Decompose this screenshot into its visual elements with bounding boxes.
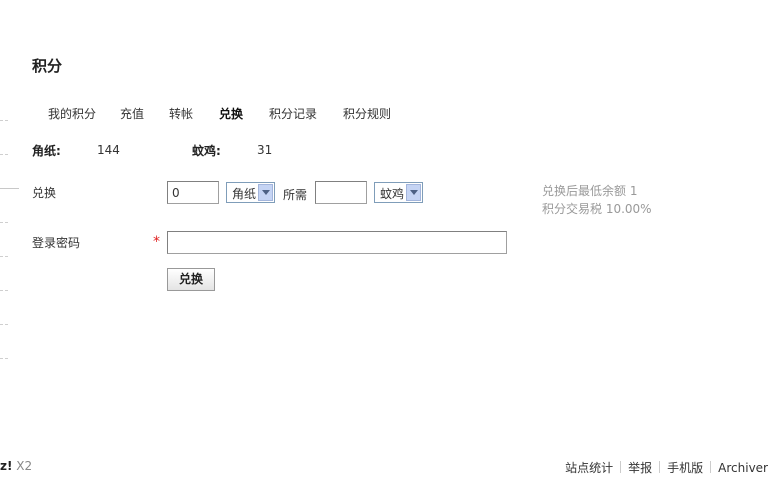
footer-version: X2	[16, 459, 33, 473]
footer-links: 站点统计 举报 手机版 Archiver	[565, 459, 768, 476]
required-mark: *	[153, 234, 160, 250]
gutter-divider	[0, 222, 8, 223]
footer-link-stats[interactable]: 站点统计	[565, 461, 613, 475]
to-unit-select[interactable]: 蚊鸡	[374, 182, 423, 203]
tab-my-credits[interactable]: 我的积分	[48, 105, 96, 122]
exchange-label: 兑换	[32, 186, 57, 200]
credit-label-wenji: 蚊鸡:	[192, 144, 221, 158]
to-unit-selected: 蚊鸡	[380, 187, 405, 201]
hint-min-balance: 兑换后最低余额 1	[542, 184, 638, 198]
tab-recharge[interactable]: 充值	[120, 105, 144, 122]
credit-value-jiaozhi: 144	[97, 143, 120, 157]
need-label: 所需	[283, 188, 308, 202]
exchange-submit-button[interactable]: 兑换	[167, 268, 215, 291]
footer-separator	[710, 461, 712, 473]
footer-link-archiver[interactable]: Archiver	[718, 461, 768, 475]
tab-transfer[interactable]: 转帐	[169, 105, 193, 122]
gutter-divider	[0, 256, 8, 257]
footer-powered-by: z! X2	[0, 459, 32, 473]
tab-credit-rules[interactable]: 积分规则	[343, 105, 391, 122]
page-title: 积分	[32, 57, 63, 75]
password-input[interactable]	[167, 231, 507, 254]
footer-link-report[interactable]: 举报	[628, 461, 652, 475]
gutter-divider	[0, 120, 8, 121]
gutter-divider	[0, 358, 8, 359]
password-label: 登录密码	[32, 236, 81, 250]
tab-credit-log[interactable]: 积分记录	[269, 105, 317, 122]
gutter-divider	[0, 188, 19, 189]
hint-tax: 积分交易税 10.00%	[542, 202, 652, 216]
credit-value-wenji: 31	[257, 143, 273, 157]
tab-exchange[interactable]: 兑换	[219, 105, 243, 122]
gutter-divider	[0, 324, 8, 325]
chevron-down-icon	[406, 184, 421, 201]
from-unit-selected: 角纸	[232, 187, 257, 201]
credit-label-jiaozhi: 角纸:	[32, 144, 61, 158]
need-amount-input[interactable]	[315, 181, 367, 204]
footer-brand: z!	[0, 459, 13, 473]
footer-link-mobile[interactable]: 手机版	[667, 461, 703, 475]
from-unit-select[interactable]: 角纸	[226, 182, 275, 203]
gutter-divider	[0, 154, 8, 155]
exchange-amount-input[interactable]	[167, 181, 219, 204]
gutter-divider	[0, 290, 8, 291]
footer-separator	[620, 461, 622, 473]
chevron-down-icon	[258, 184, 273, 201]
footer-separator	[659, 461, 661, 473]
